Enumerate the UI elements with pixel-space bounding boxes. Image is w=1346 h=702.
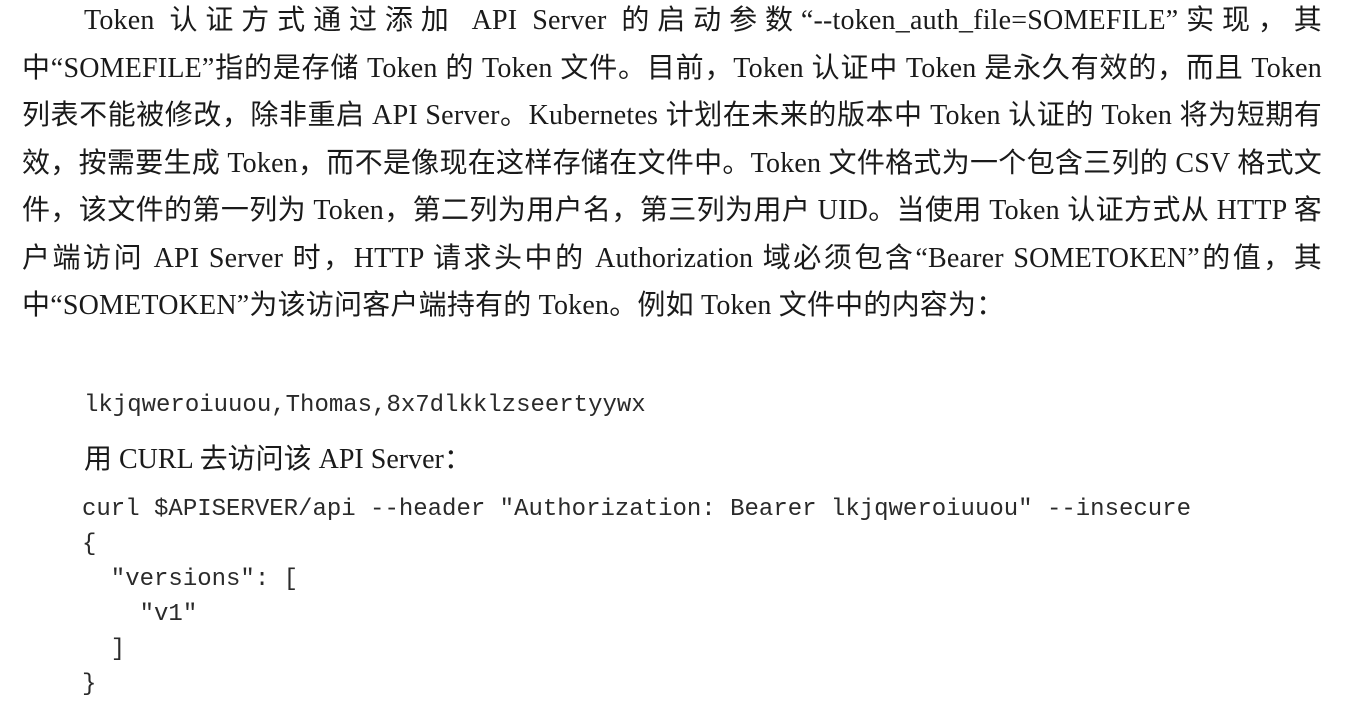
curl-caption: 用 CURL 去访问该 API Server： xyxy=(84,444,472,475)
body-paragraph: Token 认证方式通过添加 API Server 的启动参数“--token_… xyxy=(22,5,1322,321)
csv-example-line: lkjqweroiuuou,Thomas,8x7dlkklzseertyywx xyxy=(84,392,646,419)
document-page: Token 认证方式通过添加 API Server 的启动参数“--token_… xyxy=(0,0,1346,698)
curl-code-block: curl $APISERVER/api --header "Authorizat… xyxy=(82,496,1191,698)
